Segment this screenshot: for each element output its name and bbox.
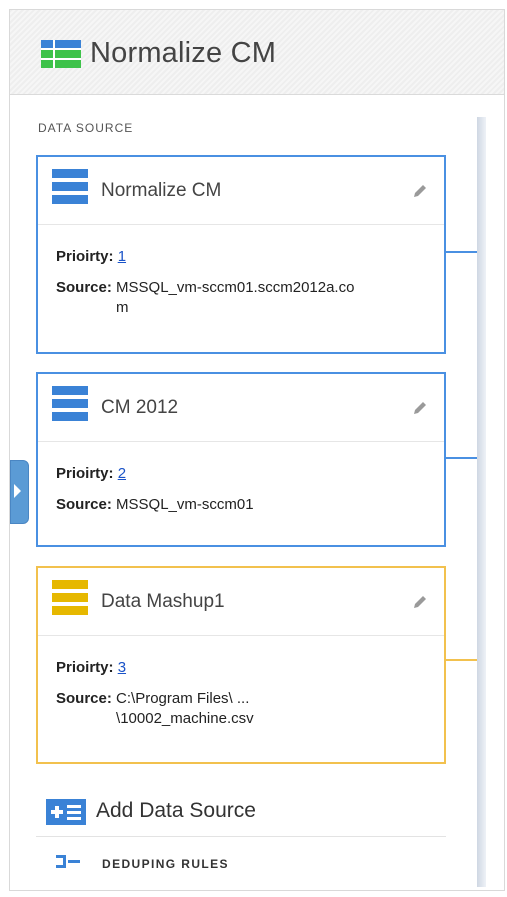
panel-header: Normalize CM — [10, 10, 504, 95]
source-row: Source: MSSQL_vm-sccm01.sccm2012a.com — [56, 278, 426, 318]
source-row: Source: C:\Program Files\ ... \10002_mac… — [56, 689, 426, 729]
source-label: Source: — [56, 690, 112, 707]
table-icon — [52, 580, 88, 621]
priority-label: Prioirty: — [56, 659, 114, 676]
card-header: Data Mashup1 — [38, 568, 444, 636]
side-panel-toggle[interactable] — [10, 460, 29, 524]
page-title: Normalize CM — [90, 37, 277, 69]
pencil-icon[interactable] — [412, 400, 428, 421]
deduping-rules-label: DEDUPING RULES — [102, 857, 229, 871]
card-body: Prioirty: 3 Source: C:\Program Files\ ..… — [38, 636, 444, 729]
deduping-rules-link[interactable]: DEDUPING RULES — [36, 848, 446, 878]
pencil-icon[interactable] — [412, 594, 428, 615]
source-value: MSSQL_vm-sccm01.sccm2012a.com — [116, 279, 355, 316]
priority-row: Prioirty: 2 — [56, 464, 426, 484]
priority-row: Prioirty: 3 — [56, 658, 426, 678]
pencil-icon[interactable] — [412, 183, 428, 204]
connector-line — [446, 659, 477, 661]
add-source-icon — [46, 799, 86, 830]
priority-row: Prioirty: 1 — [56, 247, 426, 267]
card-body: Prioirty: 2 Source: MSSQL_vm-sccm01 — [38, 442, 444, 515]
add-data-source-button[interactable]: Add Data Source — [36, 788, 446, 837]
table-icon — [52, 169, 88, 210]
priority-link[interactable]: 3 — [118, 659, 126, 676]
priority-label: Prioirty: — [56, 465, 114, 482]
priority-link[interactable]: 2 — [118, 465, 126, 482]
card-title: CM 2012 — [101, 397, 179, 418]
data-source-card[interactable]: CM 2012 Prioirty: 2 Source: MSSQL_vm-scc… — [36, 372, 446, 547]
table-icon — [52, 386, 88, 427]
connector-line — [446, 457, 477, 459]
data-source-card[interactable]: Normalize CM Prioirty: 1 Source: MSSQL_v… — [36, 155, 446, 354]
section-label: DATA SOURCE — [38, 121, 134, 135]
source-value: C:\Program Files\ ... \10002_machine.csv — [116, 690, 254, 727]
grid-icon — [41, 40, 81, 73]
card-header: CM 2012 — [38, 374, 444, 442]
source-row: Source: MSSQL_vm-sccm01 — [56, 495, 426, 515]
card-header: Normalize CM — [38, 157, 444, 225]
card-title: Data Mashup1 — [101, 591, 225, 612]
card-title: Normalize CM — [101, 180, 222, 201]
source-value: MSSQL_vm-sccm01 — [116, 496, 254, 513]
source-label: Source: — [56, 496, 112, 513]
source-label: Source: — [56, 279, 112, 296]
chevron-right-icon — [14, 484, 21, 498]
data-source-card[interactable]: Data Mashup1 Prioirty: 3 Source: C:\Prog… — [36, 566, 446, 764]
data-source-panel: Normalize CM DATA SOURCE Normalize CM Pr… — [9, 9, 505, 891]
card-body: Prioirty: 1 Source: MSSQL_vm-sccm01.sccm… — [38, 225, 444, 318]
dedup-icon — [56, 855, 82, 874]
connector-line — [446, 251, 477, 253]
priority-link[interactable]: 1 — [118, 248, 126, 265]
priority-label: Prioirty: — [56, 248, 114, 265]
connector-bar — [477, 117, 486, 887]
add-data-source-label: Add Data Source — [96, 799, 256, 822]
